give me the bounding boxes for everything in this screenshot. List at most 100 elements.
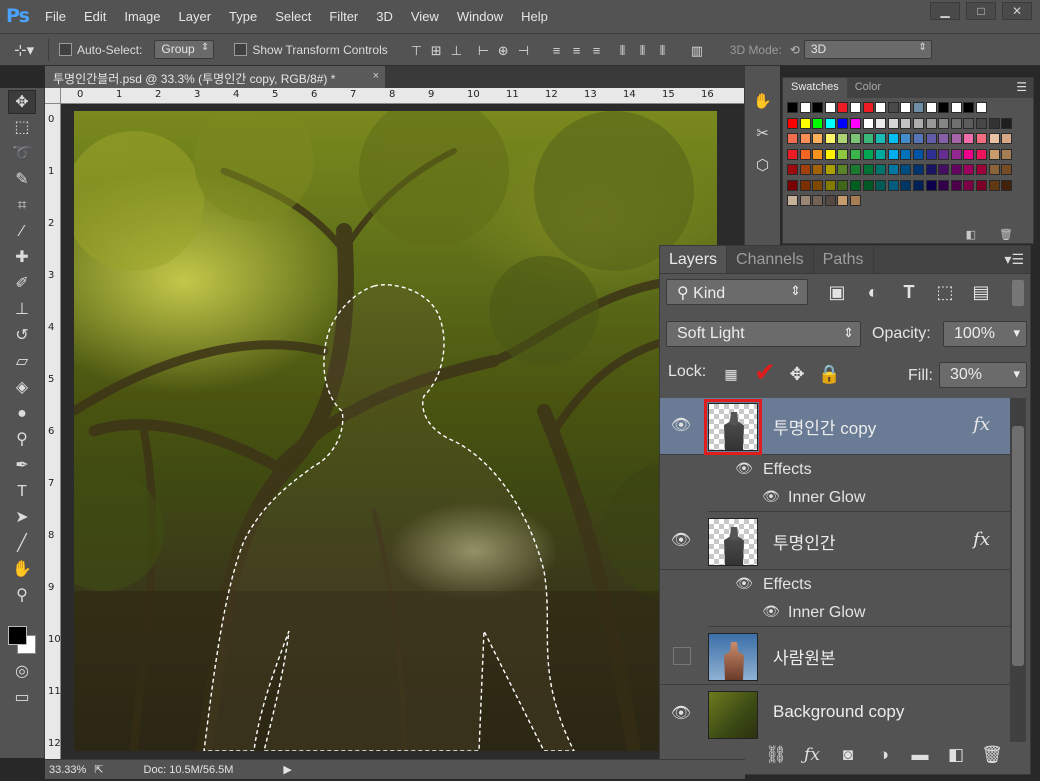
swatch-cell[interactable] bbox=[862, 148, 874, 160]
filter-toggle[interactable] bbox=[1012, 280, 1024, 306]
visibility-eye-icon[interactable]: 👁 bbox=[670, 415, 692, 435]
swatch-cell[interactable] bbox=[862, 102, 874, 113]
3d-orbit-icon[interactable]: ⟲ bbox=[790, 43, 800, 57]
swatch-cell[interactable] bbox=[900, 179, 912, 191]
tab-layers[interactable]: Layers bbox=[660, 246, 728, 273]
hand-tool-icon[interactable]: ✋ bbox=[8, 558, 36, 582]
swatch-cell[interactable] bbox=[900, 117, 912, 129]
auto-select-dropdown[interactable]: Group bbox=[154, 40, 215, 59]
swatch-cell[interactable] bbox=[1001, 117, 1013, 129]
menu-edit[interactable]: Edit bbox=[75, 9, 115, 24]
close-document-icon[interactable]: × bbox=[373, 70, 379, 82]
layer-thumbnail[interactable] bbox=[708, 518, 758, 566]
brush-tool-icon[interactable]: ✐ bbox=[8, 272, 36, 296]
lock-image-icon[interactable]: ✔ bbox=[754, 359, 776, 385]
swatch-cell[interactable] bbox=[900, 148, 912, 160]
healing-brush-icon[interactable]: ✚ bbox=[8, 246, 36, 270]
swatch-cell[interactable] bbox=[938, 133, 950, 144]
filter-smart-object-icon[interactable]: ▤ bbox=[970, 281, 992, 303]
swatch-cell[interactable] bbox=[1001, 133, 1013, 144]
swatch-cell[interactable] bbox=[913, 179, 924, 191]
close-window-button[interactable]: ✕ bbox=[1002, 2, 1032, 20]
filter-shape-icon[interactable]: ⬚ bbox=[934, 281, 956, 303]
swatch-cell[interactable] bbox=[976, 133, 987, 144]
swatch-cell[interactable] bbox=[787, 195, 798, 206]
swatch-cell[interactable] bbox=[850, 195, 861, 206]
swatch-cell[interactable] bbox=[925, 179, 937, 191]
history-panel-icon[interactable]: ✋ bbox=[751, 90, 775, 114]
swatch-cell[interactable] bbox=[963, 102, 975, 113]
maximize-button[interactable]: □ bbox=[966, 2, 996, 20]
fill-field[interactable]: 30% ▾ bbox=[939, 362, 1027, 388]
new-group-icon[interactable]: ▬ bbox=[908, 745, 932, 765]
swatch-cell[interactable] bbox=[824, 133, 836, 144]
swatch-cell[interactable] bbox=[837, 117, 849, 129]
lock-all-icon[interactable]: 🔒 bbox=[818, 363, 840, 385]
swatch-cell[interactable] bbox=[938, 102, 950, 113]
distribute-right-icon[interactable]: ⫴ bbox=[660, 43, 674, 58]
effects-row[interactable]: 👁 Effects bbox=[708, 571, 1010, 599]
swatch-cell[interactable] bbox=[862, 117, 874, 129]
swatch-cell[interactable] bbox=[900, 164, 912, 175]
swatch-cell[interactable] bbox=[837, 179, 849, 191]
swatch-cell[interactable] bbox=[963, 148, 975, 160]
path-select-icon[interactable]: ➤ bbox=[8, 506, 36, 530]
foreground-color-icon[interactable] bbox=[8, 626, 27, 645]
swatch-cell[interactable] bbox=[837, 133, 849, 144]
menu-file[interactable]: File bbox=[36, 9, 75, 24]
3d-mode-dropdown[interactable]: 3D bbox=[803, 40, 932, 59]
swatch-cell[interactable] bbox=[887, 148, 899, 160]
swatch-cell[interactable] bbox=[787, 148, 798, 160]
swatch-cell[interactable] bbox=[925, 148, 937, 160]
zoom-tool-icon[interactable]: ⚲ bbox=[8, 584, 36, 608]
swatch-cell[interactable] bbox=[837, 148, 849, 160]
lock-transparent-icon[interactable]: ▦ bbox=[720, 363, 742, 385]
swatch-cell[interactable] bbox=[799, 148, 811, 160]
swatch-cell[interactable] bbox=[938, 148, 950, 160]
layers-scrollbar[interactable] bbox=[1010, 398, 1026, 742]
swatch-cell[interactable] bbox=[938, 179, 950, 191]
swatch-cell[interactable] bbox=[976, 164, 987, 175]
inner-glow-row[interactable]: 👁 Inner Glow bbox=[708, 599, 1010, 627]
tab-color[interactable]: Color bbox=[847, 78, 889, 98]
swatch-cell[interactable] bbox=[875, 148, 887, 160]
swatch-cell[interactable] bbox=[850, 148, 861, 160]
visibility-toggle-off[interactable] bbox=[673, 647, 691, 665]
swatch-cell[interactable] bbox=[837, 195, 849, 206]
adjustment-layer-icon[interactable]: ◑ bbox=[872, 745, 896, 765]
swatch-cell[interactable] bbox=[799, 179, 811, 191]
swatch-cell[interactable] bbox=[824, 164, 836, 175]
clone-stamp-icon[interactable]: ⊥ bbox=[8, 298, 36, 322]
swatch-cell[interactable] bbox=[875, 102, 887, 113]
screen-mode-icon[interactable]: ▭ bbox=[8, 686, 36, 710]
distribute-vcenter-icon[interactable]: ≡ bbox=[573, 43, 587, 58]
swatch-cell[interactable] bbox=[862, 133, 874, 144]
effects-eye-icon[interactable]: 👁 bbox=[733, 460, 755, 480]
swatch-cell[interactable] bbox=[988, 179, 1000, 191]
new-swatch-icon[interactable]: ◧ bbox=[966, 229, 976, 241]
history-brush-icon[interactable]: ↺ bbox=[8, 324, 36, 348]
swatch-cell[interactable] bbox=[925, 133, 937, 144]
new-layer-icon[interactable]: ◧ bbox=[944, 745, 968, 765]
layer-thumbnail[interactable] bbox=[708, 691, 758, 739]
swatch-cell[interactable] bbox=[976, 148, 987, 160]
swatch-cell[interactable] bbox=[925, 164, 937, 175]
kind-filter-dropdown[interactable]: ⚲ Kind ⇕ bbox=[666, 279, 808, 305]
swatch-cell[interactable] bbox=[787, 102, 798, 113]
menu-filter[interactable]: Filter bbox=[320, 9, 367, 24]
layer-row[interactable]: 👁 투명인간 fx bbox=[660, 513, 1010, 570]
align-vcenter-icon[interactable]: ⊞ bbox=[431, 43, 445, 58]
3d-panel-icon[interactable]: ⬡ bbox=[751, 154, 775, 178]
blend-mode-dropdown[interactable]: Soft Light ⇕ bbox=[666, 321, 861, 347]
swatch-cell[interactable] bbox=[850, 164, 861, 175]
align-top-icon[interactable]: ⊤ bbox=[411, 43, 425, 58]
swatch-cell[interactable] bbox=[913, 117, 924, 129]
swatch-cell[interactable] bbox=[900, 102, 912, 113]
crop-tool-icon[interactable]: ⌗ bbox=[8, 194, 36, 218]
inner-glow-eye-icon[interactable]: 👁 bbox=[760, 603, 782, 623]
filter-type-icon[interactable]: T bbox=[898, 281, 920, 303]
swatch-cell[interactable] bbox=[824, 195, 836, 206]
swatch-cell[interactable] bbox=[887, 102, 899, 113]
swatch-cell[interactable] bbox=[875, 179, 887, 191]
swatch-cell[interactable] bbox=[1001, 164, 1013, 175]
